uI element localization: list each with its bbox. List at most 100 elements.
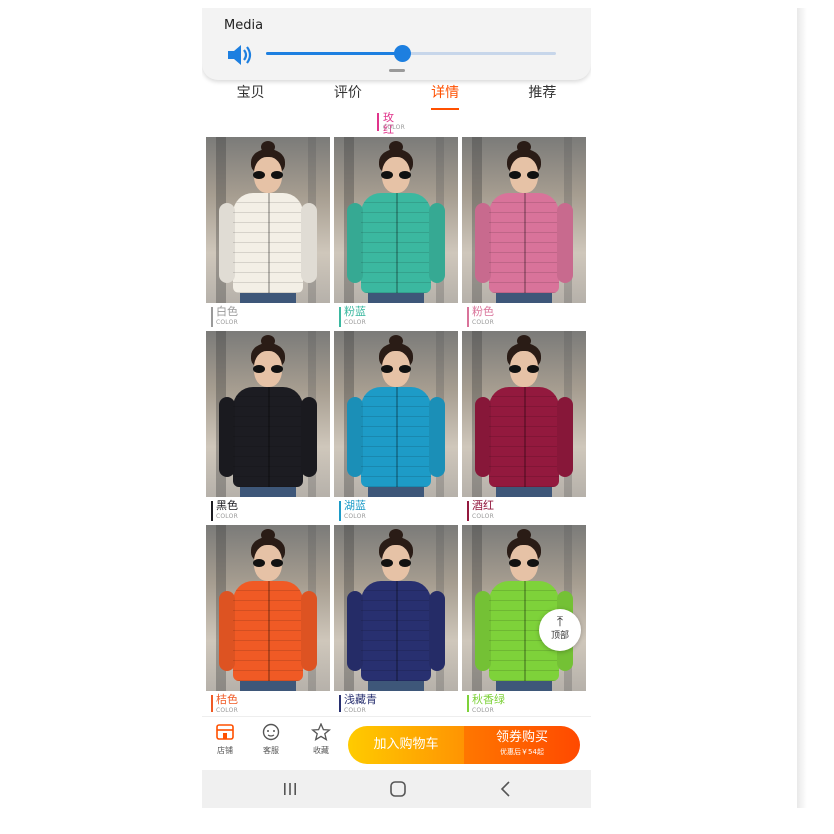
jacket-zipper (524, 387, 526, 487)
caption-color-name: 白色 (216, 305, 238, 318)
service-label: 客服 (263, 746, 279, 755)
screenshot-canvas: Media 宝贝 评价 详情 推荐 玫红 COLOR 白色 COLOR 粉蓝 C… (0, 0, 834, 834)
back-to-top-label: 顶部 (550, 631, 569, 641)
sunglasses (253, 171, 283, 179)
panel-drag-handle[interactable] (389, 69, 405, 72)
color-caption: 桔色 COLOR (206, 692, 330, 712)
color-variant-card[interactable]: 湖蓝 COLOR (334, 331, 458, 525)
caption-color-name: 粉色 (472, 305, 494, 318)
color-variant-card[interactable]: 粉蓝 COLOR (334, 137, 458, 331)
caption-color-bar (339, 307, 341, 327)
caption-sub: COLOR (472, 513, 494, 520)
volume-slider-thumb[interactable] (394, 45, 412, 62)
back-icon[interactable] (496, 779, 516, 799)
caption-color-name: 粉蓝 (344, 305, 366, 318)
caption-sub: COLOR (216, 319, 238, 326)
jacket-zipper (396, 581, 398, 681)
color-caption: 黑色 COLOR (206, 498, 330, 525)
color-caption: 酒红 COLOR (462, 498, 586, 525)
caption-color-name: 黑色 (216, 499, 238, 512)
caption-color-name: 秋香绿 (472, 693, 505, 706)
tab-1[interactable]: 评价 (299, 80, 396, 112)
jacket (489, 387, 559, 487)
sunglasses (253, 559, 283, 567)
jacket-zipper (268, 193, 270, 293)
jacket-zipper (268, 387, 270, 487)
color-variant-card[interactable]: 桔色 COLOR (206, 525, 330, 712)
caption-color-bar (467, 307, 469, 327)
caption-sub: COLOR (383, 124, 405, 131)
product-tabs: 宝贝 评价 详情 推荐 (202, 80, 591, 112)
product-photo (334, 137, 458, 303)
back-to-top-button[interactable]: ⤒ 顶部 (539, 609, 581, 651)
sunglasses (381, 365, 411, 373)
color-variant-card[interactable]: 酒红 COLOR (462, 331, 586, 525)
caption-color-name: 酒红 (472, 499, 494, 512)
caption-color-bar (467, 695, 469, 712)
product-photo (206, 525, 330, 691)
color-caption: 秋香绿 COLOR (462, 692, 586, 712)
color-variant-card[interactable]: 浅藏青 COLOR (334, 525, 458, 712)
favorite-button[interactable]: 收藏 (306, 723, 336, 756)
caption-sub: COLOR (344, 319, 366, 326)
jacket (233, 387, 303, 487)
bottom-action-bar: 店铺 客服 收藏 加入购物车 领券购买 优惠后￥54起 (202, 716, 591, 770)
tab-2[interactable]: 详情 (397, 80, 494, 112)
store-label: 店铺 (217, 746, 233, 755)
caption-color-name: 桔色 (216, 693, 238, 706)
product-detail-content[interactable]: 玫红 COLOR 白色 COLOR 粉蓝 COLOR 粉色 COLOR 黑色 C… (202, 112, 591, 712)
jacket (361, 581, 431, 681)
jacket (361, 387, 431, 487)
jacket-zipper (268, 581, 270, 681)
volume-slider[interactable] (266, 45, 556, 62)
color-variant-card[interactable]: 白色 COLOR (206, 137, 330, 331)
tab-0[interactable]: 宝贝 (202, 80, 299, 112)
sunglasses (253, 365, 283, 373)
speaker-icon[interactable] (226, 44, 254, 66)
customer-service-button[interactable]: 客服 (256, 723, 286, 756)
product-photo (206, 331, 330, 497)
caption-sub: COLOR (472, 707, 494, 712)
tab-3[interactable]: 推荐 (494, 80, 591, 112)
caption-color-bar (211, 695, 213, 712)
jacket (233, 581, 303, 681)
caption-color-bar (377, 113, 379, 131)
recent-apps-icon[interactable] (280, 779, 300, 799)
color-variant-grid: 白色 COLOR 粉蓝 COLOR 粉色 COLOR 黑色 COLOR 湖蓝 C… (206, 137, 588, 712)
jacket-zipper (396, 387, 398, 487)
product-photo (462, 137, 586, 303)
store-button[interactable]: 店铺 (210, 723, 240, 756)
caption-sub: COLOR (344, 707, 366, 712)
color-variant-card[interactable]: 粉色 COLOR (462, 137, 586, 331)
buy-label: 领券购买 (495, 730, 548, 745)
caption-color-bar (467, 501, 469, 521)
sunglasses (381, 171, 411, 179)
store-icon (216, 724, 234, 740)
sunglasses (509, 365, 539, 373)
jacket (489, 193, 559, 293)
product-photo (462, 525, 586, 691)
chat-icon (262, 723, 280, 741)
jacket-zipper (396, 193, 398, 293)
home-icon[interactable] (388, 779, 408, 799)
caption-sub: COLOR (472, 319, 494, 326)
favorite-label: 收藏 (313, 746, 329, 755)
jacket-zipper (524, 193, 526, 293)
sunglasses (509, 171, 539, 179)
star-icon (311, 723, 331, 741)
color-caption: 湖蓝 COLOR (334, 498, 458, 525)
color-variant-card[interactable]: 黑色 COLOR (206, 331, 330, 525)
add-to-cart-button[interactable]: 加入购物车 (348, 726, 464, 764)
caption-color-bar (211, 501, 213, 521)
color-caption: 粉蓝 COLOR (334, 304, 458, 331)
product-photo (334, 331, 458, 497)
caption-color-bar (339, 695, 341, 712)
caption-sub: COLOR (344, 513, 366, 520)
caption-color-name: 浅藏青 (344, 693, 377, 706)
sunglasses (509, 559, 539, 567)
product-photo (462, 331, 586, 497)
caption-sub: COLOR (216, 513, 238, 520)
color-caption: 粉色 COLOR (462, 304, 586, 331)
volume-slider-fill (266, 52, 403, 55)
buy-with-coupon-button[interactable]: 领券购买 优惠后￥54起 (464, 726, 580, 764)
